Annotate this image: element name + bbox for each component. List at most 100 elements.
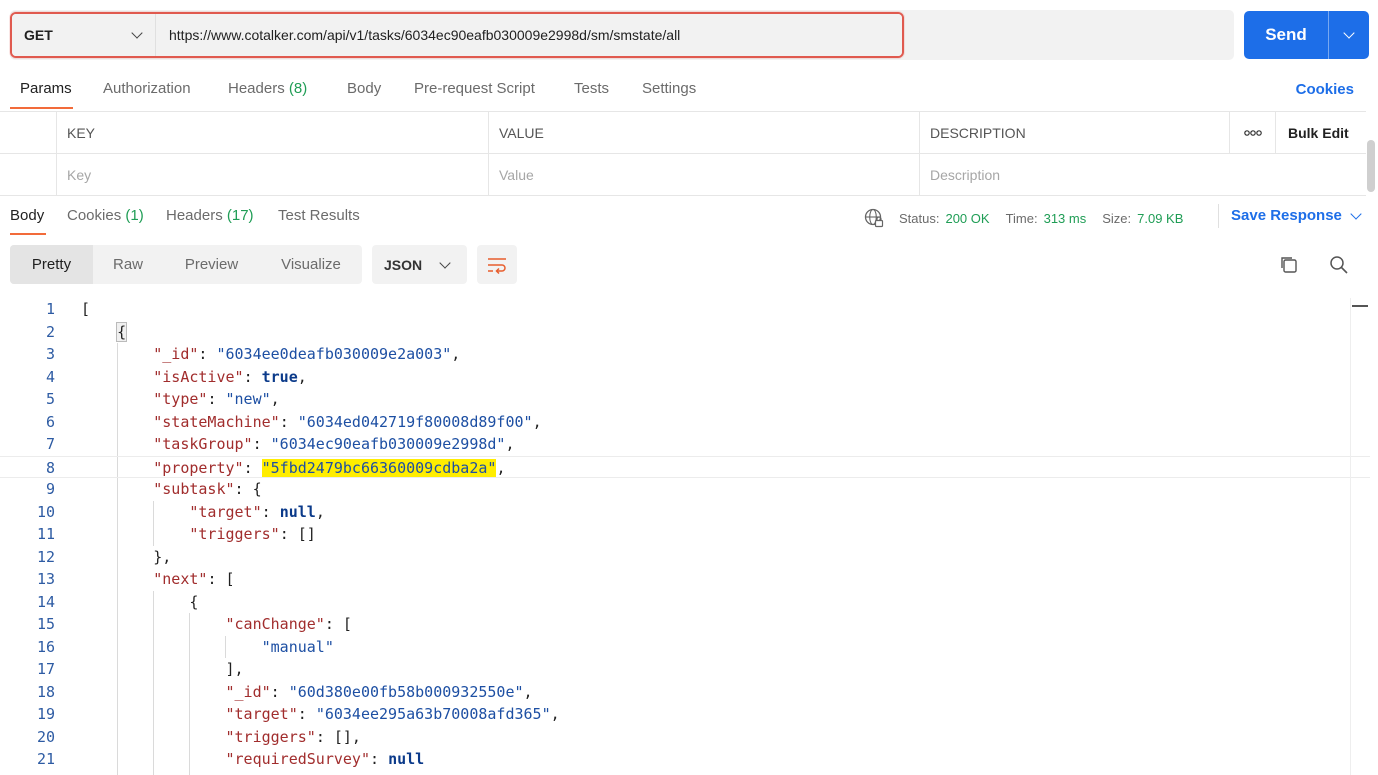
json-key: "type" — [153, 390, 208, 408]
json-key: "subtask" — [153, 480, 235, 498]
description-column-header: DESCRIPTION — [919, 112, 1229, 153]
json-key: "stateMachine" — [153, 412, 280, 431]
tab-settings[interactable]: Settings — [642, 80, 696, 97]
tab-label: Body — [10, 207, 45, 224]
params-scrollbar[interactable] — [1367, 140, 1375, 192]
code-text: "isActive": true, — [153, 367, 307, 386]
code-text: "triggers": [] — [189, 525, 316, 543]
wrap-text-icon — [488, 257, 506, 274]
params-header-row: KEY VALUE DESCRIPTION Bulk Edit — [0, 112, 1366, 154]
json-key: "triggers" — [189, 525, 280, 543]
code-line: 17 ], — [0, 658, 1370, 681]
tab-response-headers[interactable]: Headers (17) — [166, 207, 254, 224]
code-text: { — [81, 592, 199, 611]
code-line: 7 "taskGroup": "6034ec90eafb030009e2998d… — [0, 433, 1370, 456]
code-text: "triggers": [], — [225, 727, 361, 746]
json-key: "canChange" — [225, 615, 325, 633]
checkbox-column — [0, 112, 56, 153]
tab-response-body[interactable]: Body — [10, 207, 44, 224]
response-body-editor[interactable]: 1[ 2 { 3 "_id": "6034ee0deafb030009e2a00… — [0, 298, 1378, 775]
json-value: true — [261, 367, 298, 386]
value-column-header: VALUE — [488, 112, 919, 153]
code-text: "subtask": { — [153, 480, 262, 498]
json-value: "new" — [225, 390, 271, 408]
value-input[interactable]: Value — [488, 154, 919, 195]
json-value: "6034ee295a63b70008afd365" — [315, 705, 551, 723]
json-key: "_id" — [225, 682, 271, 701]
size-value[interactable]: 7.09 KB — [1137, 211, 1183, 226]
mode-pretty[interactable]: Pretty — [10, 245, 93, 284]
more-horizontal-icon — [1243, 129, 1262, 136]
line-number: 16 — [36, 637, 55, 656]
request-tabs: Params Authorization Headers (8) Body Pr… — [0, 70, 1378, 110]
json-key: "requiredSurvey" — [225, 750, 371, 768]
json-value: "manual" — [261, 637, 334, 656]
code-text: "stateMachine": "6034ed042719f80008d89f0… — [153, 412, 542, 431]
wrap-lines-button[interactable] — [477, 245, 517, 284]
tab-label: Tests — [574, 80, 610, 97]
size-label: Size: — [1102, 210, 1132, 226]
tab-label: Headers — [228, 80, 285, 97]
chevron-down-icon — [439, 256, 451, 269]
method-select[interactable]: GET — [12, 14, 156, 56]
line-number: 6 — [45, 412, 55, 431]
json-key: "triggers" — [225, 727, 316, 746]
send-button[interactable]: Send — [1244, 11, 1328, 59]
more-options-button[interactable] — [1229, 112, 1275, 153]
chevron-down-icon — [1350, 207, 1362, 220]
json-value: null — [279, 502, 316, 521]
json-key: "target" — [189, 502, 262, 521]
line-number: 18 — [36, 682, 55, 701]
code-line: 21 "requiredSurvey": null — [0, 748, 1370, 771]
mode-raw[interactable]: Raw — [93, 245, 163, 284]
editor-scroll-track[interactable] — [1350, 298, 1351, 775]
json-value-selected[interactable]: "5fbd2479bc66360009cdba2a" — [261, 458, 497, 477]
mode-preview[interactable]: Preview — [163, 245, 260, 284]
json-key: "next" — [153, 570, 208, 588]
save-response-button[interactable]: Save Response — [1231, 207, 1362, 224]
description-input[interactable]: Description — [919, 154, 1366, 195]
globe-lock-icon[interactable] — [864, 208, 884, 228]
copy-icon[interactable] — [1278, 254, 1300, 276]
line-number: 11 — [36, 525, 55, 543]
code-text: ], — [81, 660, 244, 678]
status-label: Status: — [899, 210, 940, 226]
line-number: 3 — [45, 345, 55, 363]
code-text: "_id": "60d380e00fb58b000932550e", — [225, 682, 533, 701]
line-number: 5 — [45, 390, 55, 408]
divider — [1218, 204, 1219, 228]
line-number: 2 — [45, 322, 55, 341]
tab-tests[interactable]: Tests — [574, 80, 609, 97]
tab-pre-request-script[interactable]: Pre-request Script — [414, 80, 535, 97]
tab-test-results[interactable]: Test Results — [278, 207, 360, 224]
format-select[interactable]: JSON — [372, 245, 467, 284]
bulk-edit-button[interactable]: Bulk Edit — [1275, 112, 1366, 153]
status-value[interactable]: 200 OK — [945, 211, 989, 226]
code-text: "manual" — [81, 636, 334, 659]
tab-response-cookies[interactable]: Cookies (1) — [67, 207, 144, 224]
code-line: 1[ — [0, 298, 1370, 321]
tab-label: Settings — [642, 80, 697, 97]
code-line: 12 }, — [0, 546, 1370, 569]
code-line-highlighted: 8 "property": "5fbd2479bc66360009cdba2a"… — [0, 455, 1370, 478]
url-input[interactable]: https://www.cotalker.com/api/v1/tasks/60… — [156, 14, 902, 56]
key-input[interactable]: Key — [56, 154, 488, 195]
tab-body[interactable]: Body — [347, 80, 381, 97]
mode-visualize[interactable]: Visualize — [260, 245, 362, 284]
tab-authorization[interactable]: Authorization — [103, 80, 191, 97]
code-line: 5 "type": "new", — [0, 388, 1370, 411]
tab-params[interactable]: Params — [20, 80, 72, 97]
cookies-link[interactable]: Cookies — [1296, 81, 1354, 98]
params-empty-row: Key Value Description — [0, 154, 1366, 196]
code-text: "next": [ — [153, 570, 235, 588]
search-icon[interactable] — [1328, 254, 1350, 276]
request-url-group: GET https://www.cotalker.com/api/v1/task… — [10, 12, 904, 58]
tab-headers[interactable]: Headers (8) — [228, 80, 307, 97]
send-options-button[interactable] — [1328, 11, 1369, 59]
json-value: "60d380e00fb58b000932550e" — [288, 682, 524, 701]
code-line: 16 "manual" — [0, 636, 1370, 659]
line-number: 4 — [45, 367, 55, 386]
json-key: "taskGroup" — [153, 435, 253, 453]
code-line: 10 "target": null, — [0, 501, 1370, 524]
time-value[interactable]: 313 ms — [1044, 211, 1087, 226]
